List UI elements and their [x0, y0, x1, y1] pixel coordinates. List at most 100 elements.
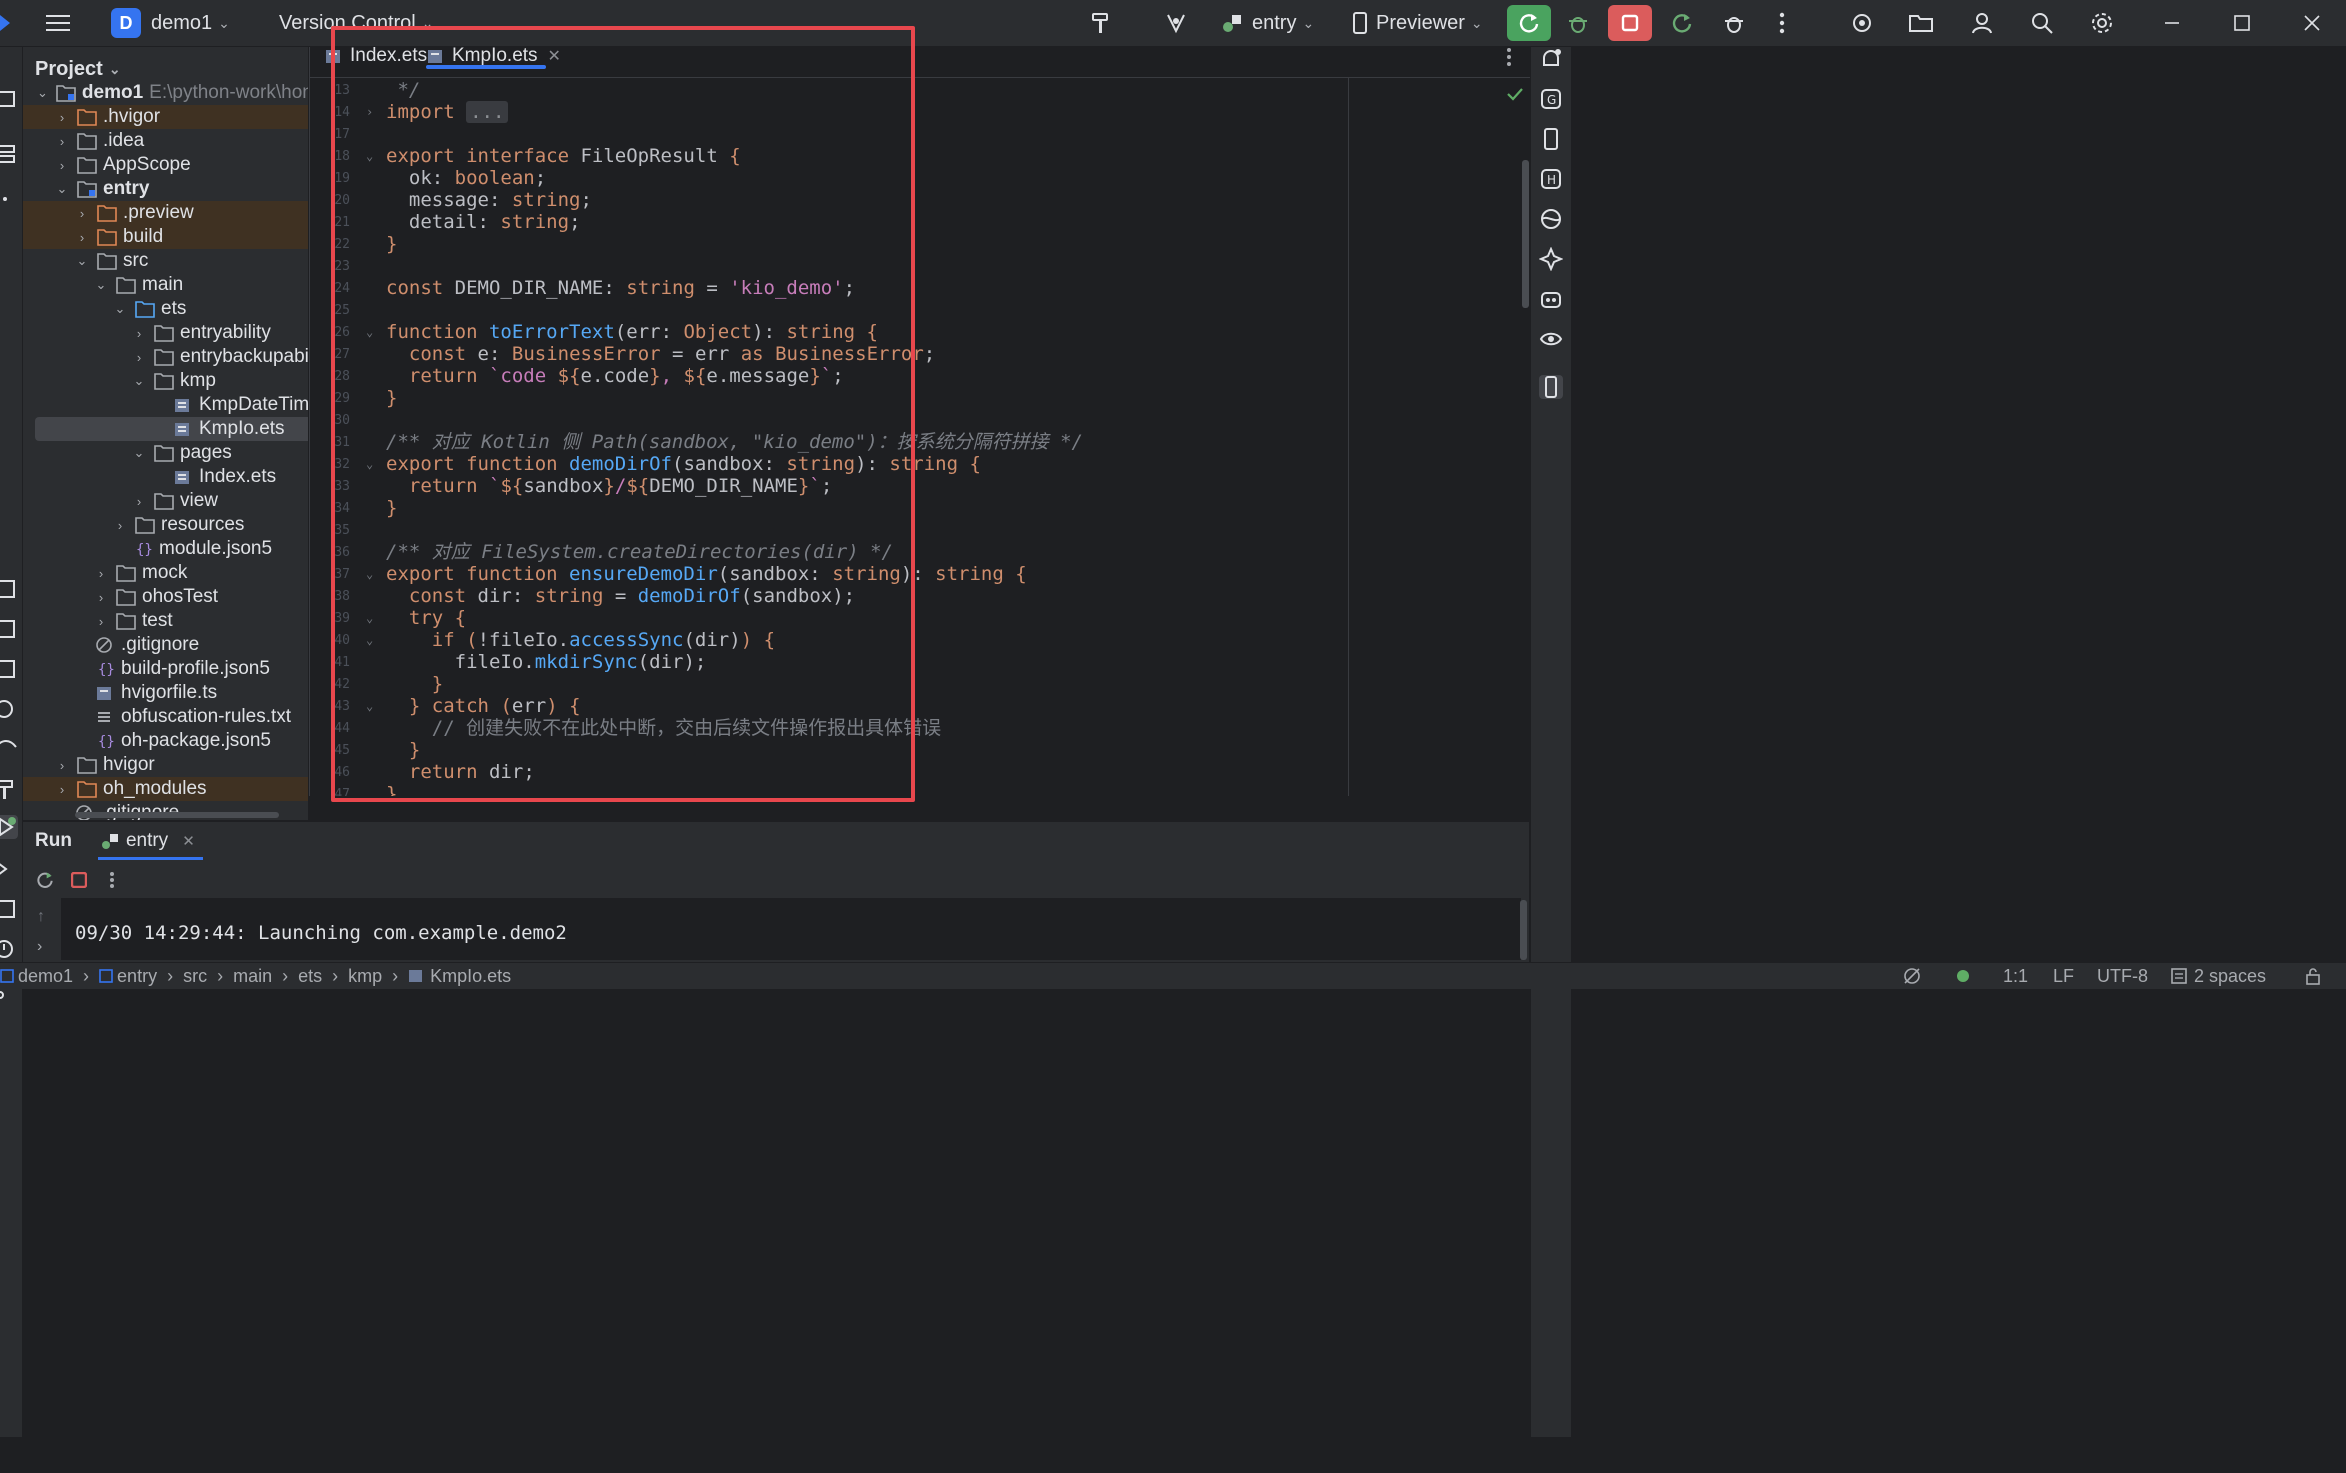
device-selector[interactable]: Previewer ⌄ [1352, 0, 1483, 46]
run-console[interactable]: 09/30 14:29:44: Launching com.example.de… [61, 898, 1521, 960]
profiler-tool-icon[interactable] [0, 737, 18, 761]
line-separator[interactable]: LF [2053, 963, 2074, 989]
breadcrumb-item[interactable]: src [183, 966, 207, 987]
stop-button[interactable] [1608, 5, 1652, 41]
debug-button[interactable] [1556, 5, 1600, 41]
tree-item-oh-package[interactable]: {} oh-package.json5 [23, 729, 308, 753]
settings-button[interactable] [2080, 5, 2124, 41]
editor-vertical-scrollbar[interactable] [1522, 160, 1529, 308]
more-actions-button[interactable] [1760, 5, 1804, 41]
code-with-me-button[interactable] [1840, 5, 1884, 41]
tree-item-pages[interactable]: ⌄ pages [23, 441, 308, 465]
read-only-lock-icon[interactable] [2304, 963, 2322, 989]
tree-item-idea[interactable]: › .idea [23, 129, 308, 153]
tree-item-test[interactable]: › test [23, 609, 308, 633]
tree-item-build-profile[interactable]: {} build-profile.json5 [23, 657, 308, 681]
apply-changes-icon [1670, 11, 1694, 35]
tree-item-resources[interactable]: › resources [23, 513, 308, 537]
tree-item-entryability[interactable]: › entryability [23, 321, 308, 345]
code-linter-tool-icon[interactable] [0, 897, 18, 921]
structure-tool-icon[interactable] [0, 142, 18, 166]
file-encoding[interactable]: UTF-8 [2097, 963, 2148, 989]
account-button[interactable] [1960, 5, 2004, 41]
tree-item-kmpio[interactable]: KmpIo.ets [35, 417, 308, 441]
no-problems-check-icon[interactable] [1506, 87, 1524, 106]
gradle-icon[interactable]: G [1539, 87, 1563, 111]
globe-icon[interactable] [1539, 207, 1563, 231]
tree-item-kmpdatetime[interactable]: KmpDateTime.ets [23, 393, 308, 417]
notifications-icon[interactable] [1539, 47, 1563, 71]
power-save-icon[interactable] [1902, 963, 1922, 989]
terminal-tool-icon[interactable] [0, 857, 18, 881]
main-menu-button[interactable] [46, 0, 70, 46]
run-tool-icon[interactable] [0, 815, 18, 839]
scroll-up-icon[interactable]: ↑ [37, 908, 45, 926]
attach-debugger-button[interactable] [1712, 5, 1756, 41]
rerun-icon[interactable] [35, 870, 55, 890]
status-ok-dot-icon[interactable] [1955, 963, 1971, 989]
eye-icon[interactable] [1539, 327, 1563, 351]
tree-item-view[interactable]: › view [23, 489, 308, 513]
tree-item-entrybackupability[interactable]: › entrybackupability [23, 345, 308, 369]
editor-tabs-more-icon[interactable] [1506, 47, 1512, 72]
tree-item-hvigorfile[interactable]: hvigorfile.ts [23, 681, 308, 705]
tree-item-index[interactable]: Index.ets [23, 465, 308, 489]
project-switcher[interactable]: D demo1 ⌄ [111, 0, 230, 46]
logs-tool-icon[interactable] [0, 657, 18, 681]
todo-tool-icon[interactable] [0, 577, 18, 601]
breadcrumb-item[interactable]: ets [298, 966, 322, 987]
more-vertical-icon[interactable] [109, 871, 115, 889]
tree-item-preview[interactable]: › .preview [23, 201, 308, 225]
tree-item-kmp[interactable]: ⌄ kmp [23, 369, 308, 393]
run-config-selector[interactable]: entry ⌄ [1220, 0, 1314, 46]
close-window-button[interactable] [2290, 5, 2334, 41]
previewer-icon[interactable] [1539, 375, 1563, 399]
expand-arrow-icon[interactable]: › [37, 938, 42, 956]
services-tool-icon[interactable] [0, 697, 18, 721]
maximize-button[interactable] [2220, 5, 2264, 41]
tree-item-obfuscation-rules[interactable]: obfuscation-rules.txt [23, 705, 308, 729]
tree-item-src[interactable]: ⌄ src [23, 249, 308, 273]
indent-setting[interactable]: 2 spaces [2170, 963, 2266, 989]
tree-item-hvigor[interactable]: › hvigor [23, 753, 308, 777]
console-vertical-scrollbar[interactable] [1520, 900, 1527, 960]
tree-item-module-json5[interactable]: {} module.json5 [23, 537, 308, 561]
profiler-button[interactable] [1154, 5, 1198, 41]
project-horizontal-scrollbar[interactable] [75, 812, 279, 818]
tree-item-entry[interactable]: ⌄ entry [23, 177, 308, 201]
tree-item-appscope[interactable]: › AppScope [23, 153, 308, 177]
search-everywhere-button[interactable] [2020, 5, 2064, 41]
apply-changes-button[interactable] [1660, 5, 1704, 41]
breadcrumb-item[interactable]: main [233, 966, 272, 987]
tree-item-gitignore-entry[interactable]: .gitignore [23, 633, 308, 657]
stop-icon[interactable] [71, 872, 87, 888]
device-file-icon[interactable] [1539, 127, 1563, 151]
minimize-button[interactable] [2150, 5, 2194, 41]
deploy-tool-icon[interactable] [0, 617, 18, 641]
rerun-button[interactable] [1507, 5, 1551, 41]
hammer-build-button[interactable] [1080, 5, 1124, 41]
harmony-icon[interactable]: H [1539, 167, 1563, 191]
tree-item-ets[interactable]: ⌄ ets [23, 297, 308, 321]
device-manager-button[interactable] [1900, 5, 1944, 41]
robot-icon[interactable] [1539, 287, 1563, 311]
tree-item-hvigor-hidden[interactable]: › .hvigor [23, 105, 308, 129]
breadcrumb-item[interactable]: entry [117, 966, 157, 987]
run-tab-entry[interactable]: entry ✕ [97, 822, 203, 860]
more-tools-icon[interactable] [0, 187, 18, 211]
ai-assistant-icon[interactable] [1538, 246, 1564, 272]
tree-root[interactable]: ⌄ demo1 E:\python-work\hongmeng\demo1 [23, 81, 308, 105]
build-tool-icon[interactable] [0, 777, 18, 801]
tree-item-build[interactable]: › build [23, 225, 308, 249]
tree-item-mock[interactable]: › mock [23, 561, 308, 585]
problems-tool-icon[interactable] [0, 937, 18, 961]
tree-item-ohostest[interactable]: › ohosTest [23, 585, 308, 609]
caret-position[interactable]: 1:1 [2003, 963, 2028, 989]
breadcrumb-item[interactable]: demo1 [18, 966, 73, 987]
breadcrumb-item[interactable]: KmpIo.ets [430, 966, 511, 987]
breadcrumb-item[interactable]: kmp [348, 966, 382, 987]
tree-item-main[interactable]: ⌄ main [23, 273, 308, 297]
tree-item-oh-modules[interactable]: › oh_modules [23, 777, 308, 801]
close-tab-icon[interactable]: ✕ [182, 832, 195, 850]
project-tool-icon[interactable] [0, 87, 18, 111]
